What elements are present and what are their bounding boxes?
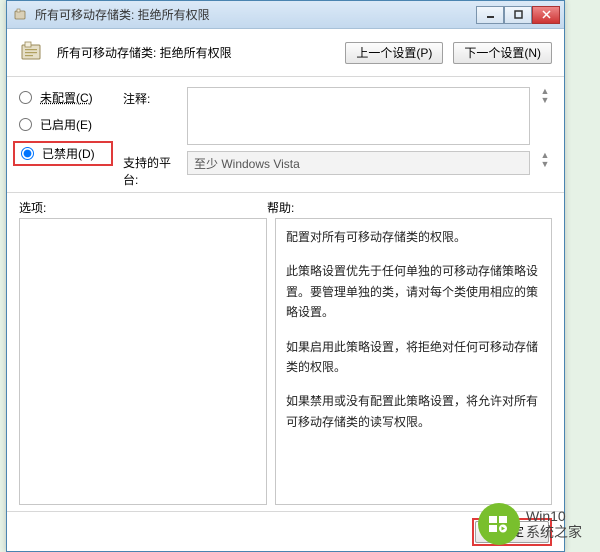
help-paragraph: 此策略设置优先于任何单独的可移动存储策略设置。要管理单独的类，请对每个类使用相应… bbox=[286, 261, 541, 322]
policy-icon bbox=[19, 39, 47, 67]
radio-not-configured[interactable]: 未配置(C) bbox=[19, 89, 107, 106]
comment-scroll[interactable]: ▲ ▼ bbox=[538, 87, 552, 105]
help-paragraph: 如果禁用或没有配置此策略设置，将允许对所有可移动存储类的读写权限。 bbox=[286, 391, 541, 432]
radio-enabled-label: 已启用(E) bbox=[40, 116, 92, 133]
radio-disabled[interactable]: 已禁用(D) bbox=[21, 145, 95, 162]
options-panel[interactable] bbox=[19, 218, 267, 505]
section-labels: 选项: 帮助: bbox=[7, 193, 564, 218]
window-title: 所有可移动存储类: 拒绝所有权限 bbox=[35, 6, 476, 23]
window-buttons bbox=[476, 6, 560, 24]
fields-column: 注释: ▲ ▼ 支持的平台: 至少 Windows Vista ▲ ▼ bbox=[123, 87, 552, 188]
watermark-text: Win10 系统之家 bbox=[526, 508, 582, 540]
watermark-logo-icon bbox=[478, 503, 520, 545]
comment-textarea[interactable] bbox=[187, 87, 530, 145]
scroll-down-icon[interactable]: ▼ bbox=[538, 160, 552, 169]
comment-row: 注释: ▲ ▼ bbox=[123, 87, 552, 145]
state-radios: 未配置(C) 已启用(E) 已禁用(D) bbox=[19, 87, 107, 188]
app-icon bbox=[13, 7, 29, 23]
close-button[interactable] bbox=[532, 6, 560, 24]
radio-disabled-label: 已禁用(D) bbox=[42, 145, 95, 162]
options-label: 选项: bbox=[19, 199, 267, 216]
platform-label: 支持的平台: bbox=[123, 151, 179, 188]
nav-buttons: 上一个设置(P) 下一个设置(N) bbox=[345, 42, 552, 64]
radio-not-configured-label: 未配置(C) bbox=[40, 89, 93, 106]
platform-row: 支持的平台: 至少 Windows Vista ▲ ▼ bbox=[123, 151, 552, 188]
maximize-button[interactable] bbox=[504, 6, 532, 24]
policy-title: 所有可移动存储类: 拒绝所有权限 bbox=[57, 44, 345, 61]
comment-label: 注释: bbox=[123, 87, 179, 107]
titlebar: 所有可移动存储类: 拒绝所有权限 bbox=[7, 1, 564, 29]
supported-platform-value: 至少 Windows Vista bbox=[194, 155, 300, 172]
help-label: 帮助: bbox=[267, 199, 294, 216]
configuration-area: 未配置(C) 已启用(E) 已禁用(D) 注释: ▲ ▼ bbox=[7, 77, 564, 193]
platform-scroll[interactable]: ▲ ▼ bbox=[538, 151, 552, 169]
watermark: Win10 系统之家 bbox=[478, 502, 596, 546]
highlight-disabled: 已禁用(D) bbox=[13, 141, 113, 166]
next-setting-button[interactable]: 下一个设置(N) bbox=[453, 42, 552, 64]
radio-disabled-input[interactable] bbox=[21, 147, 34, 160]
panels: 配置对所有可移动存储类的权限。 此策略设置优先于任何单独的可移动存储策略设置。要… bbox=[7, 218, 564, 511]
help-panel[interactable]: 配置对所有可移动存储类的权限。 此策略设置优先于任何单独的可移动存储策略设置。要… bbox=[275, 218, 552, 505]
supported-platform-box: 至少 Windows Vista bbox=[187, 151, 530, 175]
header-row: 所有可移动存储类: 拒绝所有权限 上一个设置(P) 下一个设置(N) bbox=[7, 29, 564, 77]
radio-enabled-input[interactable] bbox=[19, 118, 32, 131]
radio-not-configured-input[interactable] bbox=[19, 91, 32, 104]
watermark-line2: 系统之家 bbox=[526, 524, 582, 540]
minimize-button[interactable] bbox=[476, 6, 504, 24]
radio-enabled[interactable]: 已启用(E) bbox=[19, 116, 107, 133]
policy-dialog-window: 所有可移动存储类: 拒绝所有权限 所有可移动存储类: 拒绝所有权限 bbox=[6, 0, 565, 552]
watermark-line1: Win10 bbox=[526, 508, 582, 524]
scroll-down-icon[interactable]: ▼ bbox=[538, 96, 552, 105]
help-paragraph: 如果启用此策略设置，将拒绝对任何可移动存储类的权限。 bbox=[286, 337, 541, 378]
previous-setting-button[interactable]: 上一个设置(P) bbox=[345, 42, 443, 64]
help-paragraph: 配置对所有可移动存储类的权限。 bbox=[286, 227, 541, 247]
